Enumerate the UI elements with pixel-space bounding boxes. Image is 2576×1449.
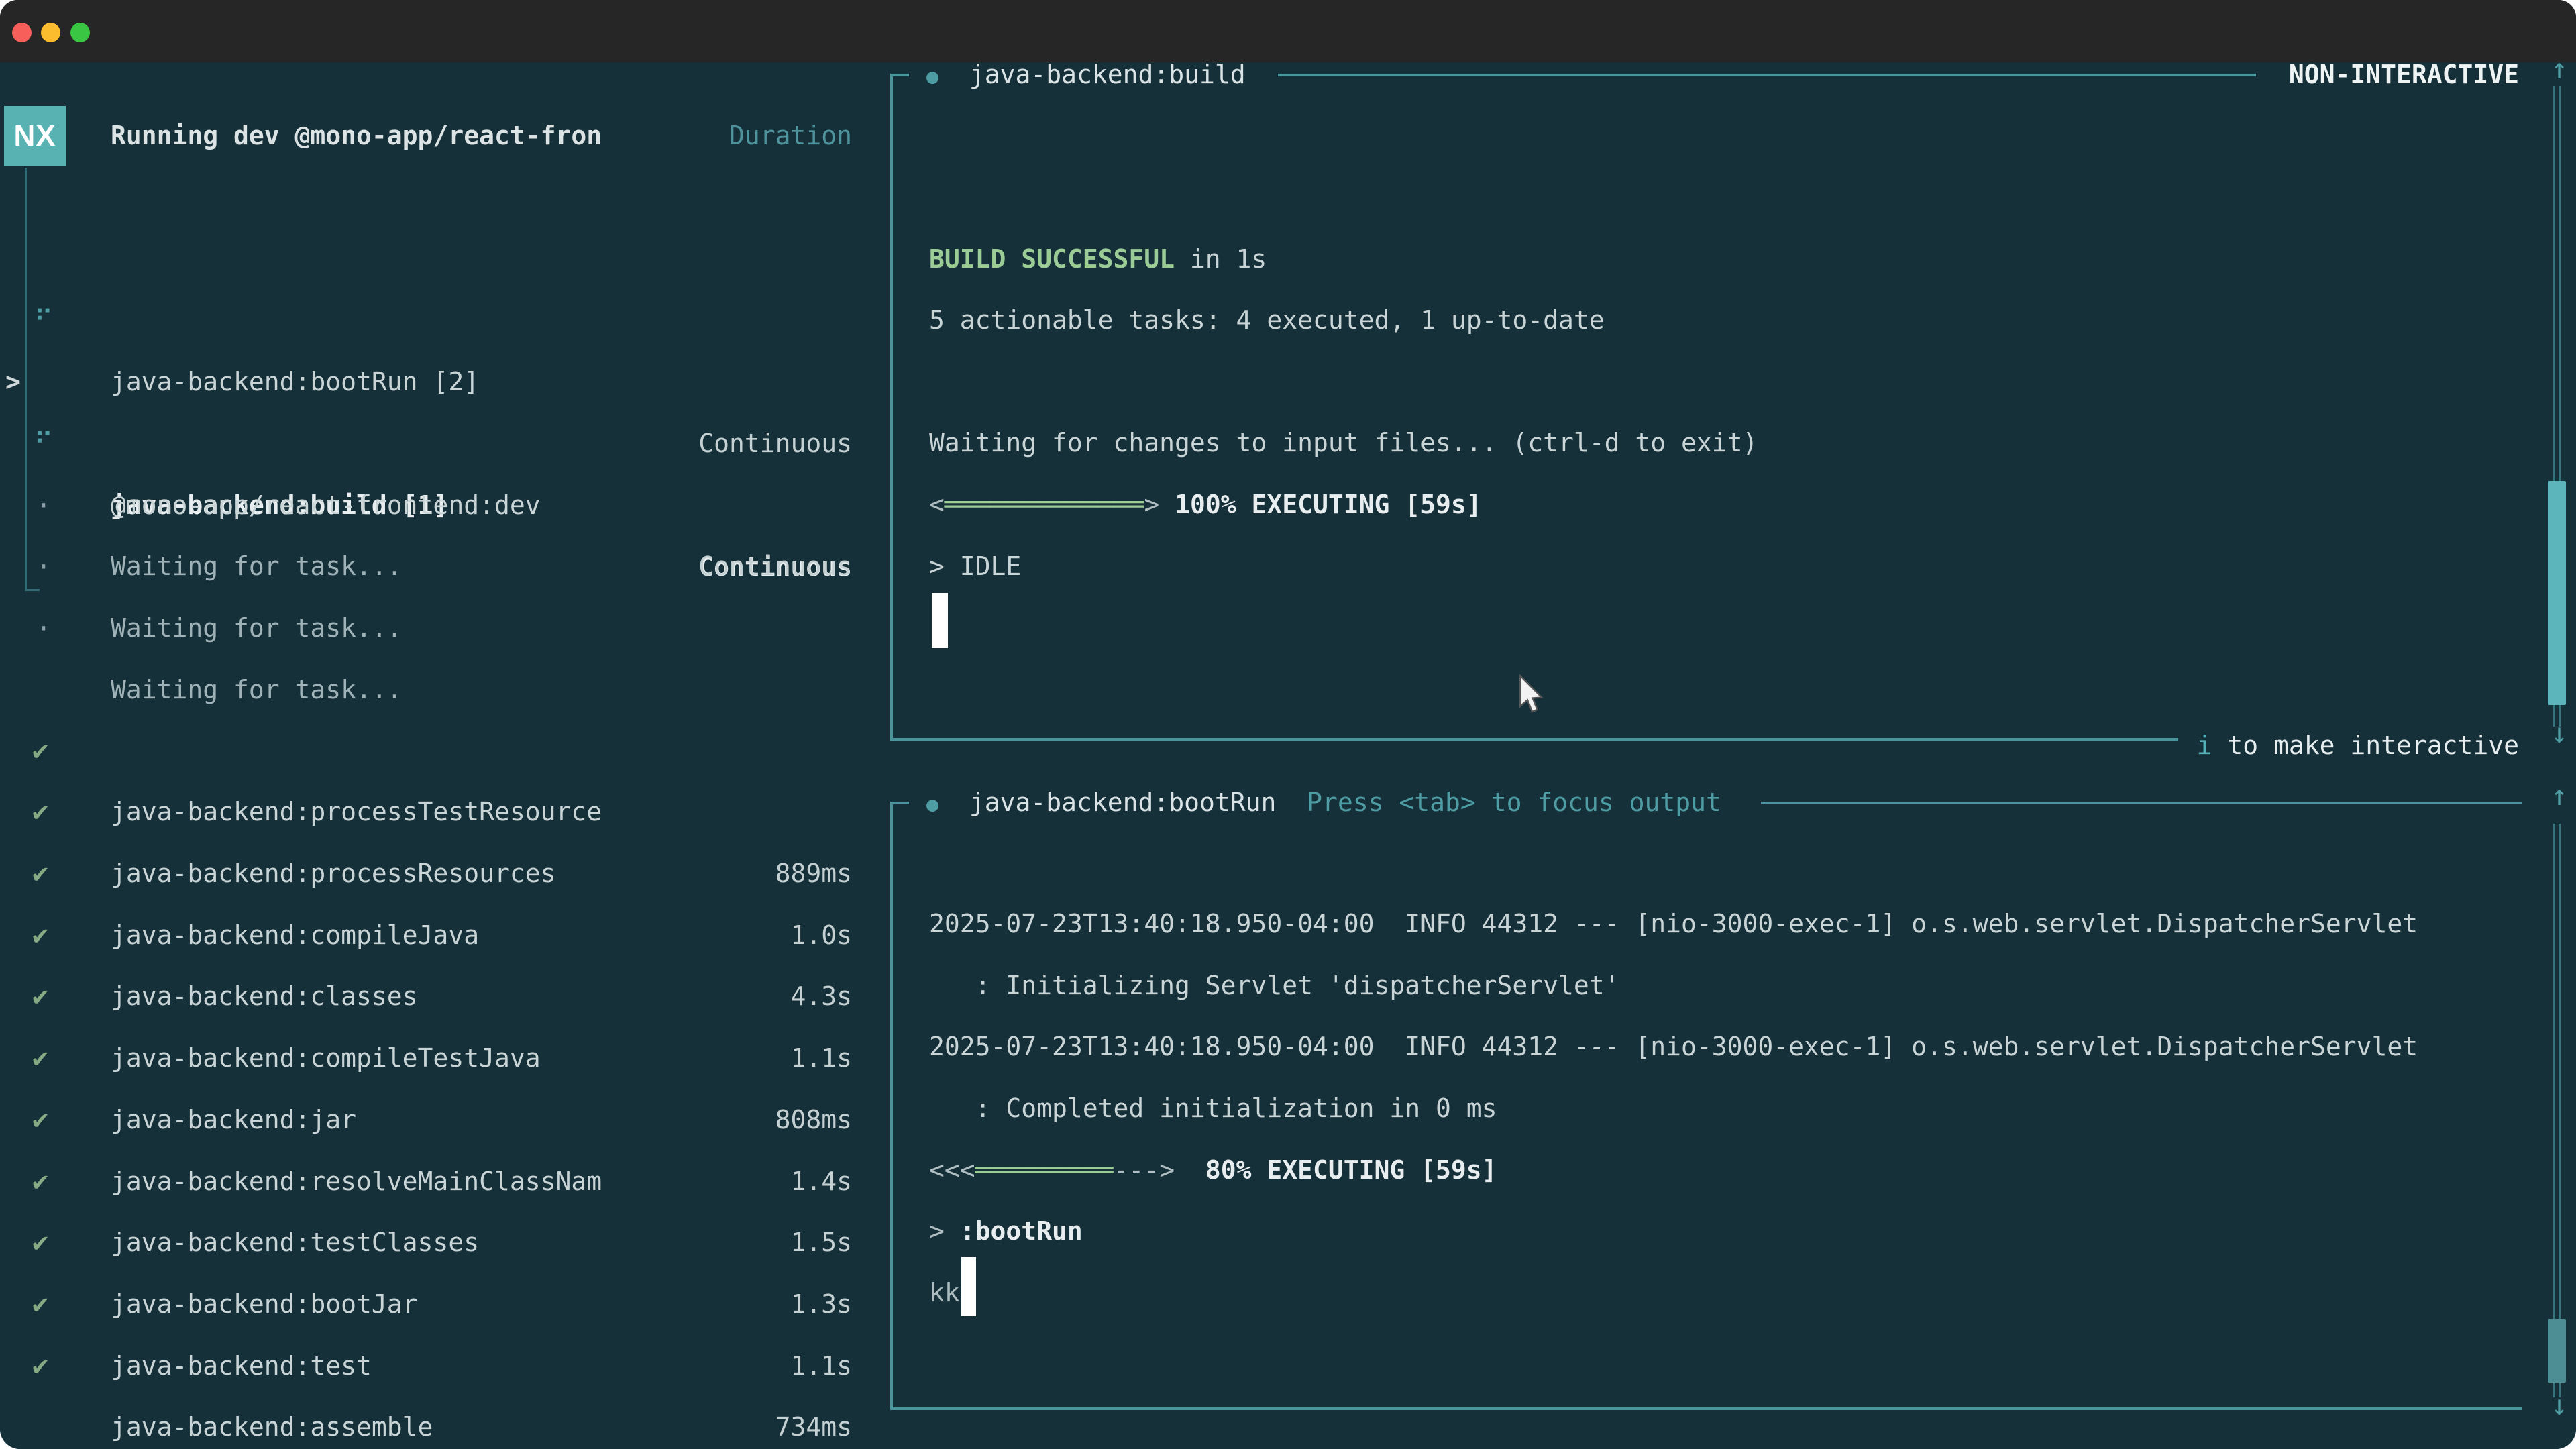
build-panel-border-top	[1278, 74, 2256, 76]
bar-dashes: ---	[1114, 1155, 1160, 1185]
interactive-hint-text: to make interactive	[2212, 731, 2519, 760]
zoom-button[interactable]	[70, 23, 90, 42]
build-successful-text: BUILD SUCCESSFUL	[929, 244, 1175, 274]
bar-open: <<<	[929, 1155, 975, 1185]
build-panel-header: ● java-backend:build	[926, 44, 1246, 106]
minimize-button[interactable]	[41, 23, 60, 42]
task-row[interactable]: ⠋ @mono-app/react-frontend:dev Continuou…	[0, 352, 891, 413]
bootrun-panel-border-bottom	[890, 1407, 2522, 1410]
pagination: ← 1/2 →	[37, 1438, 144, 1449]
completed-task-list: ✔ java-backend:processTestResource 889ms…	[0, 659, 891, 1336]
close-button[interactable]	[12, 23, 32, 42]
task-row-waiting[interactable]: · Waiting for task...	[0, 413, 891, 475]
bar-close: >	[1144, 490, 1159, 519]
task-row[interactable]: ✔ java-backend:testClasses 1.3s	[0, 1089, 891, 1151]
task-row[interactable]: ✔ java-backend:classes 1.1s	[0, 843, 891, 905]
idle-line: > IDLE	[929, 536, 1021, 598]
task-row-waiting[interactable]: · Waiting for task...	[0, 536, 891, 598]
gradle-progress-bar: <═════════════> 100% EXECUTING [59s]	[929, 474, 1482, 536]
terminal-window: NX Running dev @mono-app/react-fron Dura…	[0, 0, 2576, 1449]
terminal-cursor	[932, 593, 948, 648]
scrollbar-thumb[interactable]	[2548, 481, 2566, 705]
typed-input: kk	[929, 1278, 960, 1307]
gradle-progress-bar: <<<═════════---> 80% EXECUTING [59s]	[929, 1140, 2553, 1201]
task-row[interactable]: ✔ java-backend:compileTestJava 808ms	[0, 905, 891, 967]
non-interactive-badge: NON-INTERACTIVE	[2147, 44, 2519, 106]
bootrun-panel-border-left	[890, 802, 893, 1409]
scroll-down-icon[interactable]: ↓	[2539, 1389, 2576, 1421]
bootrun-panel-header: ● java-backend:bootRun Press <tab> to fo…	[926, 772, 1721, 834]
log-line: 2025-07-23T13:40:18.950-04:00 INFO 44312…	[929, 894, 2553, 955]
panel-bullet-icon: ●	[926, 65, 938, 89]
bootrun-panel-title: java-backend:bootRun	[969, 788, 1277, 817]
task-row[interactable]: ✔ java-backend:assemble 774ms	[0, 1274, 891, 1336]
waiting-dot-icon: ·	[35, 598, 52, 659]
prompt-task: :bootRun	[960, 1216, 1083, 1246]
task-row[interactable]: ✔ java-backend:test 734ms	[0, 1212, 891, 1274]
log-line: : Initializing Servlet 'dispatcherServle…	[929, 955, 2553, 1017]
bar-close: >	[1159, 1155, 1175, 1185]
input-line[interactable]: kk	[929, 1263, 2553, 1324]
build-panel-border-left	[890, 74, 893, 739]
task-row[interactable]: ✔ java-backend:processTestResource 889ms	[0, 659, 891, 720]
task-row[interactable]: ✔ java-backend:jar 1.4s	[0, 966, 891, 1028]
task-row[interactable]: ✔ java-backend:resolveMainClassNam 1.5s	[0, 1028, 891, 1089]
focus-output-hint: Press <tab> to focus output	[1307, 788, 1721, 817]
bar-status: 100% EXECUTING [59s]	[1159, 490, 1481, 519]
bootrun-log: 2025-07-23T13:40:18.950-04:00 INFO 44312…	[929, 894, 2553, 1324]
scrollbar-track[interactable]	[2553, 824, 2555, 1397]
scrollbar-track[interactable]	[2559, 824, 2561, 1397]
build-panel-title: java-backend:build	[969, 60, 1246, 89]
bar-open: <	[929, 490, 945, 519]
prompt-arrow: >	[929, 1216, 960, 1246]
running-task-list: ⠋ java-backend:bootRun [2] Continuous > …	[0, 229, 891, 598]
panel-bullet-icon: ●	[926, 793, 938, 816]
prompt-line: > :bootRun	[929, 1201, 2553, 1263]
build-panel-border	[890, 74, 909, 76]
task-row[interactable]: ✔ java-backend:bootJar 1.1s	[0, 1151, 891, 1213]
bar-fill: ═════════	[975, 1155, 1114, 1185]
scrollbar-thumb[interactable]	[2548, 1319, 2566, 1383]
bar-fill: ═════════════	[945, 490, 1144, 519]
mouse-cursor-icon	[1517, 674, 1547, 716]
nx-logo: NX	[4, 106, 66, 166]
build-result-line: BUILD SUCCESSFUL in 1s	[929, 229, 1267, 290]
left-panel-footer: ← 1/2 → quit: q help: ?	[0, 1377, 891, 1438]
bar-status: 80% EXECUTING [59s]	[1175, 1155, 1497, 1185]
task-row[interactable]: ⠋ java-backend:bootRun [2] Continuous	[0, 229, 891, 290]
scroll-up-icon[interactable]: ↑	[2539, 779, 2576, 812]
scroll-up-icon[interactable]: ↑	[2539, 52, 2576, 85]
bootrun-panel-border	[890, 802, 909, 804]
task-row-waiting[interactable]: · Waiting for task...	[0, 475, 891, 537]
interactive-hint: i to make interactive	[2080, 715, 2519, 777]
task-row[interactable]: ✔ java-backend:compileJava 4.3s	[0, 782, 891, 843]
task-name: Waiting for task...	[111, 598, 402, 659]
duration-column-header: Duration	[470, 105, 852, 167]
waiting-changes-line: Waiting for changes to input files... (c…	[929, 413, 1758, 474]
build-panel-border-bottom	[890, 738, 2178, 741]
scroll-down-icon[interactable]: ↓	[2539, 716, 2576, 749]
task-row[interactable]: ✔ java-backend:processResources 1.0s	[0, 720, 891, 782]
terminal-screen: NX Running dev @mono-app/react-fron Dura…	[0, 62, 2576, 1449]
log-line: : Completed initialization in 0 ms	[929, 1078, 2553, 1140]
terminal-cursor	[961, 1257, 976, 1316]
log-line: 2025-07-23T13:40:18.950-04:00 INFO 44312…	[929, 1016, 2553, 1078]
interactive-hint-key: i	[2197, 731, 2212, 760]
build-time-text: in 1s	[1175, 244, 1267, 274]
task-row-selected[interactable]: > ⠋ java-backend:build [1] Continuous	[0, 290, 891, 352]
bootrun-panel-border-top	[1761, 802, 2522, 804]
tasks-summary-line: 5 actionable tasks: 4 executed, 1 up-to-…	[929, 290, 1605, 352]
